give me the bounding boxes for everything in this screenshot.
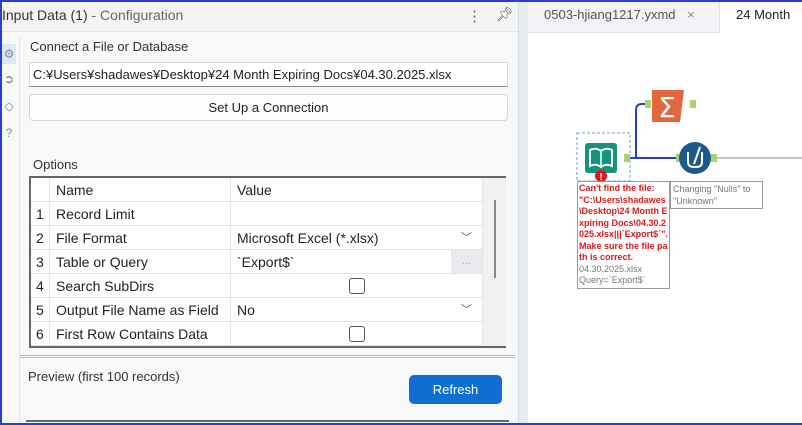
panel-title-bar: Input Data (1) - Configuration ⋮ 📌︎ [2,2,518,32]
table-row: 6 First Row Contains Data [31,322,483,346]
option-name: File Format [50,226,231,250]
table-row: 4 Search SubDirs [31,274,483,298]
search-subdirs-checkbox[interactable] [349,278,365,294]
output-filename-dropdown[interactable]: No ﹀ [231,298,483,322]
panel-splitter[interactable] [20,355,515,358]
file-format-dropdown[interactable]: Microsoft Excel (*.xlsx) ﹀ [231,226,483,250]
summarize-tool[interactable]: Σ [652,90,684,124]
panel-title: Input Data (1) - Configuration [2,7,183,23]
more-options-icon[interactable]: ⋮ [467,7,482,25]
tool-name: Input Data (1) [2,7,88,23]
browse-button[interactable]: ... [451,250,482,273]
query-value: `Export$` [237,254,295,270]
set-up-connection-button[interactable]: Set Up a Connection [29,94,508,121]
table-row: 5 Output File Name as Field No ﹀ [31,298,483,322]
preview-grid [26,420,509,425]
input-query-annotation: Query=`Export$` [579,275,646,285]
panel-divider[interactable] [518,2,528,423]
first-row-checkbox[interactable] [349,326,365,342]
configuration-panel: Input Data (1) - Configuration ⋮ 📌︎ ⚙ ➲ … [2,2,518,423]
table-query-input[interactable]: `Export$`... [231,250,483,274]
dropdown-value: No [237,302,255,318]
table-row: 1 Record Limit [31,202,483,226]
file-path-input[interactable]: C:¥Users¥shadawes¥Desktop¥24 Month Expir… [29,62,508,87]
option-name: Search SubDirs [50,274,231,298]
row-number: 4 [31,274,50,298]
error-message: Can't find the file: "C:\Users\shadawes\… [579,183,668,262]
input-data-tool[interactable] [585,143,617,173]
option-name: Output File Name as Field [50,298,231,322]
output-anchor[interactable] [624,154,630,162]
option-name: Record Limit [50,202,231,226]
dropdown-value: Microsoft Excel (*.xlsx) [237,230,379,246]
option-name: Table or Query [50,250,231,274]
header-num [31,178,50,202]
output-anchor[interactable] [690,100,696,108]
grid-header: Name Value [31,178,483,202]
table-row: 3 Table or Query `Export$`... [31,250,483,274]
scrollbar-thumb[interactable] [494,200,496,278]
pin-icon[interactable]: 📌︎ [496,6,514,23]
connector-to-summarize [630,103,645,159]
connect-label: Connect a File or Database [30,39,189,54]
table-row: 2 File Format Microsoft Excel (*.xlsx) ﹀ [31,226,483,250]
header-name: Name [50,178,231,202]
gear-icon[interactable]: ⚙ [2,44,16,64]
option-name: First Row Contains Data [50,322,231,346]
svg-text:Σ: Σ [658,91,676,124]
panel-subtitle: - Configuration [91,7,184,23]
options-grid: Name Value 1 Record Limit 2 File Format … [29,176,506,348]
formula-tool[interactable] [679,142,711,174]
row-number: 3 [31,250,50,274]
chevron-down-icon: ﹀ [461,232,472,244]
row-number: 6 [31,322,50,346]
header-value: Value [231,178,483,202]
help-icon[interactable]: ? [2,126,16,140]
workflow-canvas[interactable]: 0503-hjiang1217.yxmd × 24 Month ! Σ Can'… [528,2,802,423]
preview-label: Preview (first 100 records) [28,369,180,384]
input-file-annotation: 04.30.2025.xlsx [579,263,643,274]
search-subdirs-cell [231,274,483,298]
row-number: 5 [31,298,50,322]
tag-icon[interactable]: ◇ [2,99,16,113]
refresh-button[interactable]: Refresh [409,375,502,404]
row-number: 2 [31,226,50,250]
input-error-annotation: Can't find the file: "C:\Users\shadawes\… [577,181,670,289]
config-sidebar: ⚙ ➲ ◇ ? [2,36,20,423]
record-limit-input[interactable] [231,202,483,226]
row-number: 1 [31,202,50,226]
grid-scrollbar[interactable] [483,178,506,346]
first-row-cell [231,322,483,346]
arrow-circle-icon[interactable]: ➲ [2,72,16,86]
options-label: Options [33,157,78,172]
output-anchor[interactable] [711,154,717,162]
input-anchor[interactable] [645,100,651,108]
formula-annotation: Changing "Nulls" to "Unknown" [670,181,763,209]
chevron-down-icon: ﹀ [461,304,472,316]
